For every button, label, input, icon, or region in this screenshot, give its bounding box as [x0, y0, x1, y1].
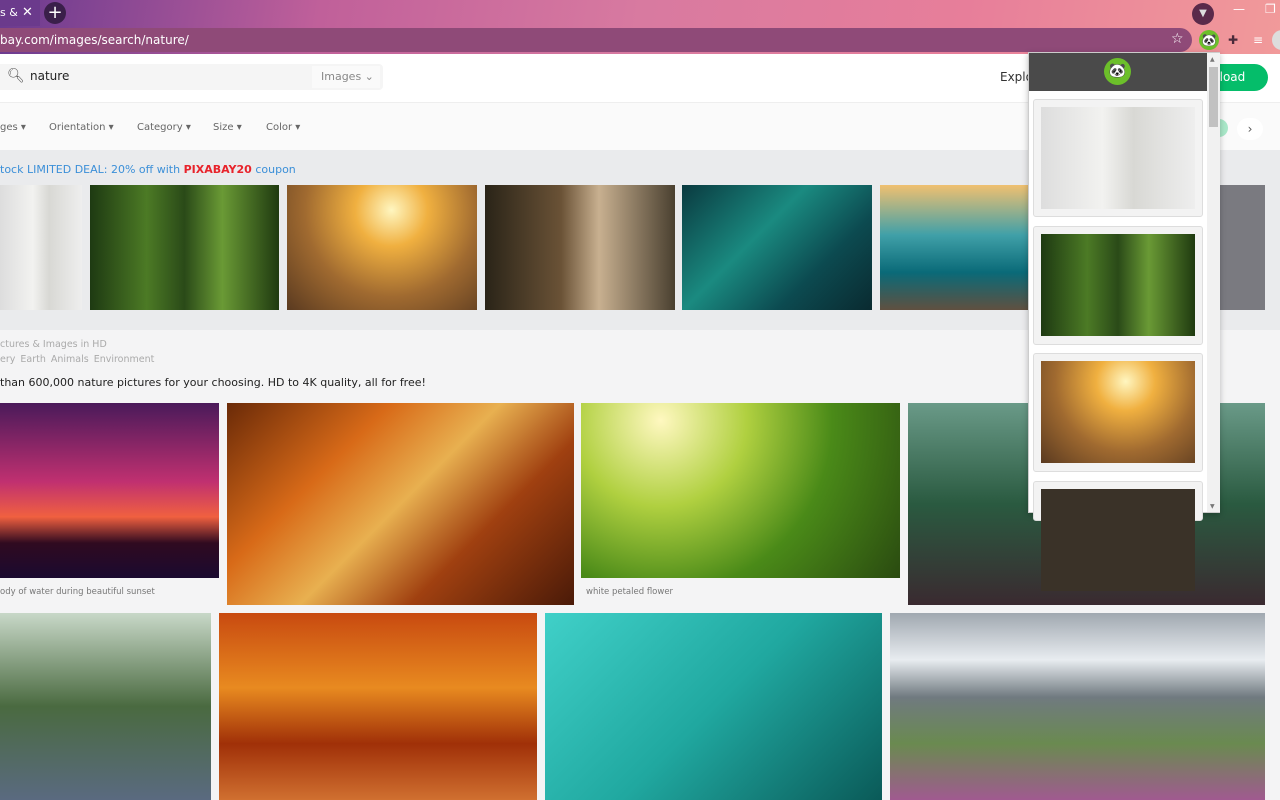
- related-tags: ery Earth Animals Environment: [0, 354, 159, 365]
- extension-popup: 🐼 ▲ ▼: [1028, 52, 1220, 591]
- bookmark-star-icon[interactable]: ☆: [1171, 31, 1184, 47]
- stock-image[interactable]: [880, 185, 1030, 310]
- filter-size[interactable]: Size ▾: [213, 122, 242, 133]
- stock-image[interactable]: [1220, 185, 1265, 310]
- promo-link[interactable]: tock LIMITED DEAL: 20% off with PIXABAY2…: [0, 163, 296, 176]
- popup-image-card[interactable]: [1033, 481, 1203, 591]
- result-image[interactable]: [545, 613, 882, 800]
- filter-type[interactable]: ges ▾: [0, 122, 26, 133]
- restore-icon[interactable]: ❐: [1265, 2, 1276, 16]
- search-icon[interactable]: 🔍︎: [7, 68, 25, 84]
- popup-image-card[interactable]: [1033, 353, 1203, 472]
- address-bar[interactable]: bay.com/images/search/nature/: [0, 28, 1192, 52]
- media-type-label: Images: [321, 70, 362, 83]
- stock-image[interactable]: [682, 185, 872, 310]
- filter-category[interactable]: Category ▾: [137, 122, 191, 133]
- promo-code: PIXABAY20: [183, 163, 252, 176]
- minimize-icon[interactable]: —: [1233, 2, 1245, 16]
- scrollbar-thumb[interactable]: [1209, 67, 1218, 127]
- popup-image-card[interactable]: [1033, 226, 1203, 345]
- result-image[interactable]: [0, 403, 219, 578]
- tag-link[interactable]: ery: [0, 354, 15, 365]
- result-image[interactable]: [581, 403, 900, 578]
- media-control-icon[interactable]: ▼: [1192, 3, 1214, 25]
- url-text: bay.com/images/search/nature/: [0, 33, 189, 47]
- extensions-puzzle-icon[interactable]: ✚: [1223, 30, 1243, 50]
- close-tab-icon[interactable]: ✕: [22, 5, 33, 20]
- stock-image[interactable]: [485, 185, 675, 310]
- stock-image[interactable]: [287, 185, 477, 310]
- tag-link[interactable]: Animals: [51, 354, 89, 365]
- popup-image-card[interactable]: [1033, 99, 1203, 217]
- stock-image[interactable]: [90, 185, 279, 310]
- tag-link[interactable]: Environment: [94, 354, 155, 365]
- image-caption: white petaled flower: [586, 587, 674, 597]
- panda-extension-icon[interactable]: 🐼: [1199, 30, 1219, 50]
- search-input[interactable]: [30, 69, 300, 83]
- filter-orientation[interactable]: Orientation ▾: [49, 122, 114, 133]
- tag-link[interactable]: Earth: [20, 354, 45, 365]
- result-image[interactable]: [219, 613, 537, 800]
- results-description: than 600,000 nature pictures for your ch…: [0, 376, 426, 389]
- filter-next-button[interactable]: ›: [1237, 118, 1263, 140]
- image-caption: ody of water during beautiful sunset: [0, 587, 155, 597]
- browser-tab[interactable]: s &: [0, 0, 40, 26]
- stock-image[interactable]: [0, 185, 82, 310]
- media-type-select[interactable]: Images ⌄: [312, 66, 380, 88]
- result-image[interactable]: [0, 613, 211, 800]
- result-image[interactable]: [227, 403, 574, 605]
- results-heading: ctures & Images in HD: [0, 339, 107, 350]
- result-image[interactable]: [890, 613, 1265, 800]
- filter-color[interactable]: Color ▾: [266, 122, 300, 133]
- panda-logo-icon: 🐼: [1104, 58, 1131, 85]
- media-queue-icon[interactable]: ≡: [1248, 30, 1268, 50]
- new-tab-button[interactable]: +: [44, 2, 66, 24]
- tab-title: s &: [0, 6, 18, 19]
- popup-header: 🐼: [1029, 53, 1207, 91]
